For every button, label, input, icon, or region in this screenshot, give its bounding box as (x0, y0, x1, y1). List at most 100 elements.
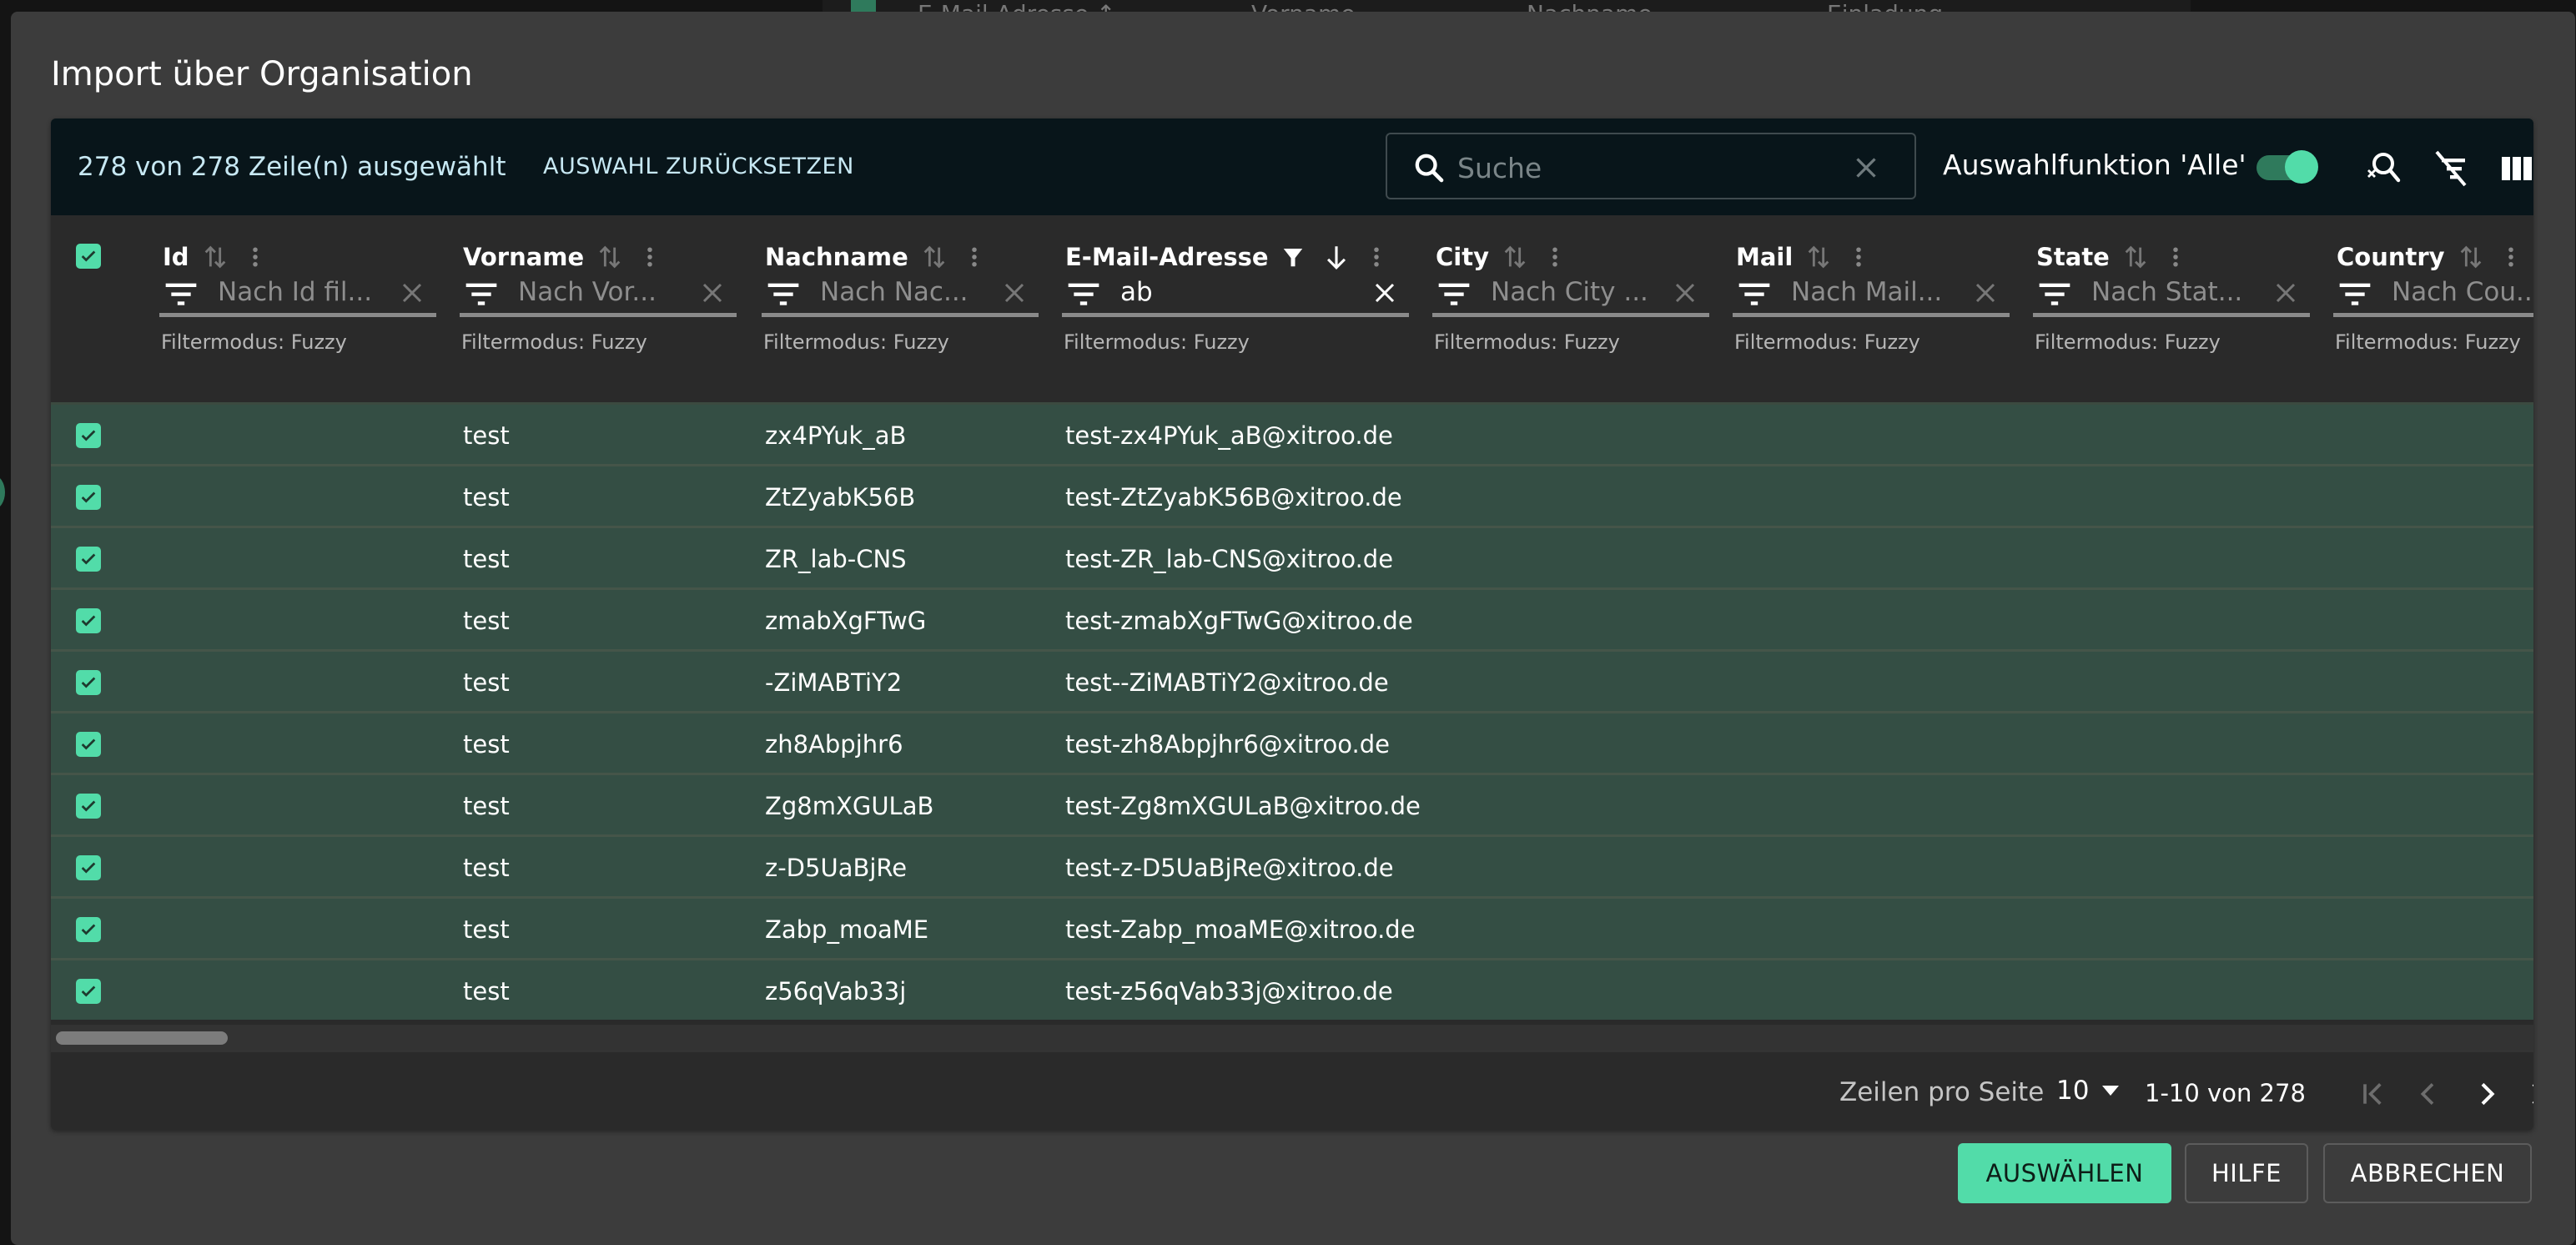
table-row[interactable]: test z56qVab33j test-z56qVab33j@xitroo.de (51, 958, 2533, 1020)
filter-list-icon[interactable] (1738, 282, 1771, 307)
sort-descending-icon[interactable] (1322, 242, 1351, 272)
row-checkbox[interactable] (76, 485, 101, 510)
search-input[interactable] (1457, 146, 1841, 189)
column-filter-state[interactable] (2033, 272, 2310, 317)
filter-list-icon[interactable] (2038, 282, 2071, 307)
column-header-mail[interactable]: Mail (1736, 242, 1888, 272)
select-all-checkbox[interactable] (76, 244, 101, 269)
checkbox[interactable] (76, 608, 101, 633)
sort-icon[interactable] (2457, 242, 2485, 272)
column-header-nachname[interactable]: Nachname (765, 242, 1004, 272)
table-row[interactable]: test zmabXgFTwG test-zmabXgFTwG@xitroo.de (51, 587, 2533, 649)
clear-filter-icon[interactable] (1002, 280, 1027, 305)
scrollbar-thumb[interactable] (56, 1031, 228, 1045)
sort-icon[interactable] (596, 242, 624, 272)
column-menu-icon[interactable] (2498, 242, 2527, 272)
checkbox[interactable] (76, 979, 101, 1004)
column-filter-country[interactable] (2333, 272, 2533, 317)
table-row[interactable]: test ZR_lab-CNS test-ZR_lab-CNS@xitroo.de (51, 526, 2533, 587)
global-search[interactable] (1386, 133, 1916, 199)
column-menu-icon[interactable] (637, 242, 666, 272)
clear-filter-icon[interactable] (1973, 280, 1998, 305)
table-row[interactable]: test zx4PYuk_aB test-zx4PYuk_aB@xitroo.de (51, 402, 2533, 464)
filter-list-icon[interactable] (1437, 282, 1471, 307)
column-header-state[interactable]: State (2036, 242, 2205, 272)
rows-per-page-select[interactable]: 10 (2056, 1076, 2120, 1106)
checkbox[interactable] (76, 485, 101, 510)
clear-filter-icon[interactable] (1673, 280, 1698, 305)
filter-off-icon[interactable] (2432, 149, 2472, 189)
column-menu-icon[interactable] (1364, 242, 1392, 272)
filter-input[interactable] (218, 274, 386, 310)
horizontal-scrollbar[interactable] (51, 1025, 2533, 1050)
column-header-vorname[interactable]: Vorname (463, 242, 679, 272)
column-filter-mail[interactable] (1733, 272, 2010, 317)
column-header-city[interactable]: City (1436, 242, 1584, 272)
filter-input[interactable] (820, 274, 989, 310)
sort-icon[interactable] (1804, 242, 1833, 272)
cancel-button[interactable]: ABBRECHEN (2323, 1143, 2532, 1203)
clear-search-icon[interactable] (1851, 153, 1881, 183)
column-header-email[interactable]: E-Mail-Adresse (1065, 242, 1406, 272)
previous-page-icon[interactable] (2412, 1077, 2445, 1111)
last-page-icon[interactable] (2525, 1077, 2533, 1111)
checkbox[interactable] (76, 855, 101, 880)
checkbox[interactable] (76, 244, 101, 269)
column-menu-icon[interactable] (1542, 242, 1571, 272)
column-filter-nachname[interactable] (762, 272, 1039, 317)
view-columns-icon[interactable] (2497, 149, 2533, 189)
filter-list-icon[interactable] (1067, 282, 1100, 307)
filter-list-icon[interactable] (465, 282, 498, 307)
filter-input[interactable] (1491, 274, 1659, 310)
row-checkbox[interactable] (76, 732, 101, 757)
checkbox[interactable] (76, 794, 101, 819)
checkbox[interactable] (76, 732, 101, 757)
checkbox[interactable] (76, 547, 101, 572)
filter-input[interactable] (1120, 274, 1359, 310)
column-filter-id[interactable] (159, 272, 436, 317)
row-checkbox[interactable] (76, 423, 101, 448)
help-button[interactable]: HILFE (2185, 1143, 2308, 1203)
reset-selection-button[interactable]: AUSWAHL ZURÜCKSETZEN (543, 154, 854, 179)
filter-list-icon[interactable] (767, 282, 800, 307)
row-checkbox[interactable] (76, 794, 101, 819)
checkbox[interactable] (76, 917, 101, 942)
table-row[interactable]: test zh8Abpjhr6 test-zh8Abpjhr6@xitroo.de (51, 711, 2533, 773)
column-menu-icon[interactable] (962, 242, 990, 272)
filter-input[interactable] (1791, 274, 1960, 310)
row-checkbox[interactable] (76, 547, 101, 572)
sort-icon[interactable] (920, 242, 948, 272)
clear-filter-icon[interactable] (400, 280, 425, 305)
filter-list-icon[interactable] (2338, 282, 2372, 307)
column-menu-icon[interactable] (243, 242, 271, 272)
filter-input[interactable] (2091, 274, 2260, 310)
select-all-mode-toggle[interactable] (2257, 147, 2323, 189)
table-row[interactable]: test Zabp_moaME test-Zabp_moaME@xitroo.de (51, 896, 2533, 958)
clear-filter-icon[interactable] (700, 280, 725, 305)
row-checkbox[interactable] (76, 670, 101, 695)
filter-input[interactable] (518, 274, 687, 310)
table-row[interactable]: test Zg8mXGULaB test-Zg8mXGULaB@xitroo.de (51, 773, 2533, 834)
column-header-country[interactable]: Country (2337, 242, 2533, 272)
select-button[interactable]: AUSWÄHLEN (1958, 1143, 2171, 1203)
filter-input[interactable] (2392, 274, 2533, 310)
column-filter-vorname[interactable] (460, 272, 737, 317)
column-menu-icon[interactable] (2163, 242, 2191, 272)
table-row[interactable]: test ZtZyabK56B test-ZtZyabK56B@xitroo.de (51, 464, 2533, 526)
checkbox[interactable] (76, 670, 101, 695)
first-page-icon[interactable] (2357, 1077, 2390, 1111)
sort-icon[interactable] (2121, 242, 2150, 272)
column-menu-icon[interactable] (1846, 242, 1874, 272)
table-row[interactable]: test z-D5UaBjRe test-z-D5UaBjRe@xitroo.de (51, 834, 2533, 896)
column-filter-city[interactable] (1432, 272, 1709, 317)
sort-icon[interactable] (1501, 242, 1529, 272)
clear-filter-icon[interactable] (2273, 280, 2298, 305)
row-checkbox[interactable] (76, 917, 101, 942)
next-page-icon[interactable] (2470, 1077, 2503, 1111)
row-checkbox[interactable] (76, 855, 101, 880)
table-row[interactable]: test -ZiMABTiY2 test--ZiMABTiY2@xitroo.de (51, 649, 2533, 711)
clear-filter-icon[interactable] (1372, 280, 1397, 305)
filter-list-icon[interactable] (164, 282, 198, 307)
column-header-id[interactable]: Id (163, 242, 284, 272)
checkbox[interactable] (76, 423, 101, 448)
